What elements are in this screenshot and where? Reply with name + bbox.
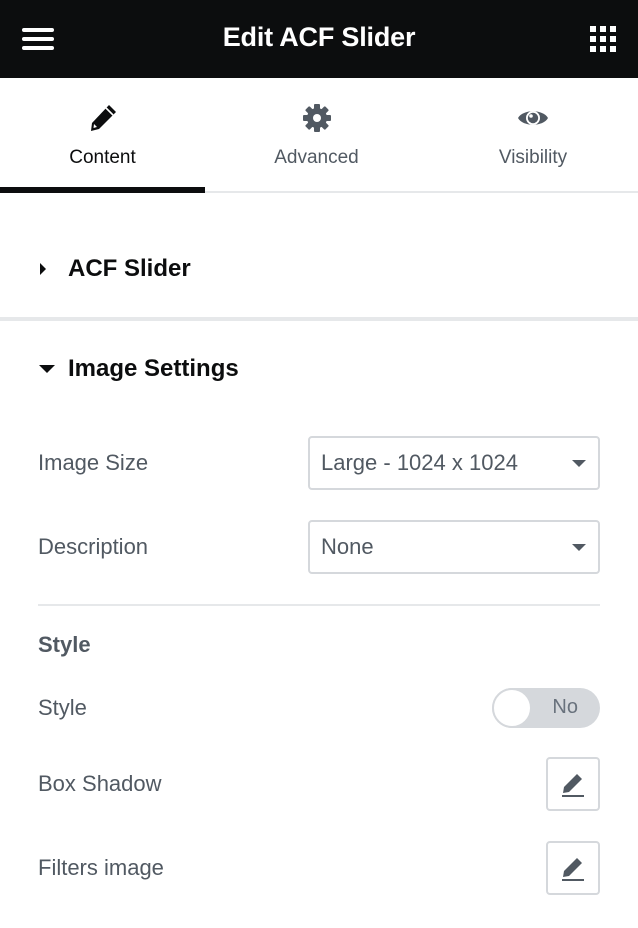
style-toggle[interactable]: No <box>492 688 600 728</box>
edit-pencil-icon <box>562 774 584 797</box>
image-size-select[interactable]: Large - 1024 x 1024 <box>308 436 600 490</box>
section-toggle-image-settings[interactable]: Image Settings <box>38 355 239 383</box>
tab-content[interactable]: Content <box>0 78 205 193</box>
filters-image-edit-button[interactable] <box>546 841 600 895</box>
caret-down-icon <box>38 364 58 374</box>
control-description: Description None <box>38 520 600 574</box>
image-size-label: Image Size <box>38 450 149 475</box>
toggle-knob <box>492 688 532 728</box>
panel-title: Edit ACF Slider <box>222 22 416 52</box>
grid-apps-icon <box>590 26 616 52</box>
control-style: Style No <box>38 688 600 728</box>
control-image-size: Image Size Large - 1024 x 1024 <box>38 436 600 490</box>
tab-advanced[interactable]: Advanced <box>205 78 428 191</box>
tab-label: Advanced <box>274 147 359 168</box>
style-heading: Style <box>38 632 91 657</box>
description-value: None <box>321 534 374 559</box>
eye-icon <box>518 111 548 125</box>
description-select[interactable]: None <box>308 520 600 574</box>
toggle-text: No <box>552 696 578 718</box>
box-shadow-edit-button[interactable] <box>546 757 600 811</box>
caret-right-icon <box>38 262 58 276</box>
tab-label: Content <box>69 147 136 168</box>
tab-visibility[interactable]: Visibility <box>428 78 638 191</box>
divider <box>38 604 600 606</box>
description-label: Description <box>38 534 149 559</box>
style-label: Style <box>38 695 87 720</box>
chevron-down-icon <box>572 459 586 467</box>
section-image-settings: Image Settings Image Size Large - 1024 x… <box>0 325 638 928</box>
filters-image-label: Filters image <box>38 855 164 880</box>
edit-pencil-icon <box>562 858 584 881</box>
section-title: ACF Slider <box>68 255 191 282</box>
section-acf-slider: ACF Slider <box>0 195 638 321</box>
panel-tabs: Content Advanced Visibility <box>0 78 638 193</box>
control-filters-image: Filters image <box>38 841 600 895</box>
pencil-icon <box>90 105 116 131</box>
box-shadow-label: Box Shadow <box>38 771 162 796</box>
widgets-button[interactable] <box>586 22 620 56</box>
section-toggle-acf-slider[interactable]: ACF Slider <box>38 255 191 283</box>
panel-header: Edit ACF Slider <box>0 0 638 78</box>
control-box-shadow: Box Shadow <box>38 757 600 811</box>
image-size-value: Large - 1024 x 1024 <box>321 450 518 475</box>
chevron-down-icon <box>572 543 586 551</box>
gear-icon <box>302 104 331 132</box>
section-title: Image Settings <box>68 355 239 382</box>
tab-label: Visibility <box>498 147 568 168</box>
